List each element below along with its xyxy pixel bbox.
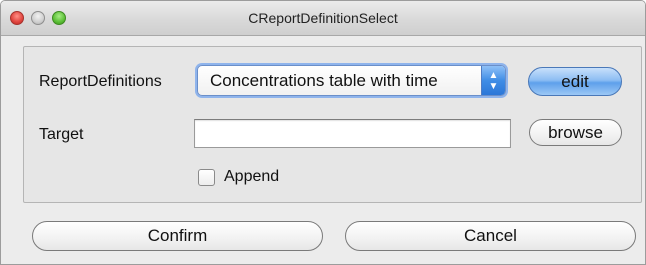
confirm-button[interactable]: Confirm (32, 221, 323, 251)
dialog-window: CReportDefinitionSelect ReportDefinition… (0, 0, 646, 265)
cancel-button[interactable]: Cancel (345, 221, 636, 251)
report-definitions-label: ReportDefinitions (39, 73, 162, 90)
title-bar[interactable]: CReportDefinitionSelect (1, 1, 645, 36)
up-down-chevron-icon: ▲ ▼ (481, 66, 505, 95)
report-definitions-value: Concentrations table with time (210, 71, 438, 90)
append-checkbox[interactable] (198, 169, 215, 186)
target-input[interactable] (194, 119, 511, 148)
browse-button[interactable]: browse (529, 119, 622, 146)
report-definitions-select[interactable]: Concentrations table with time ▲ ▼ (197, 65, 506, 96)
window-title: CReportDefinitionSelect (248, 10, 398, 26)
edit-button[interactable]: edit (528, 67, 622, 96)
target-label: Target (39, 126, 84, 143)
append-label[interactable]: Append (224, 168, 279, 186)
